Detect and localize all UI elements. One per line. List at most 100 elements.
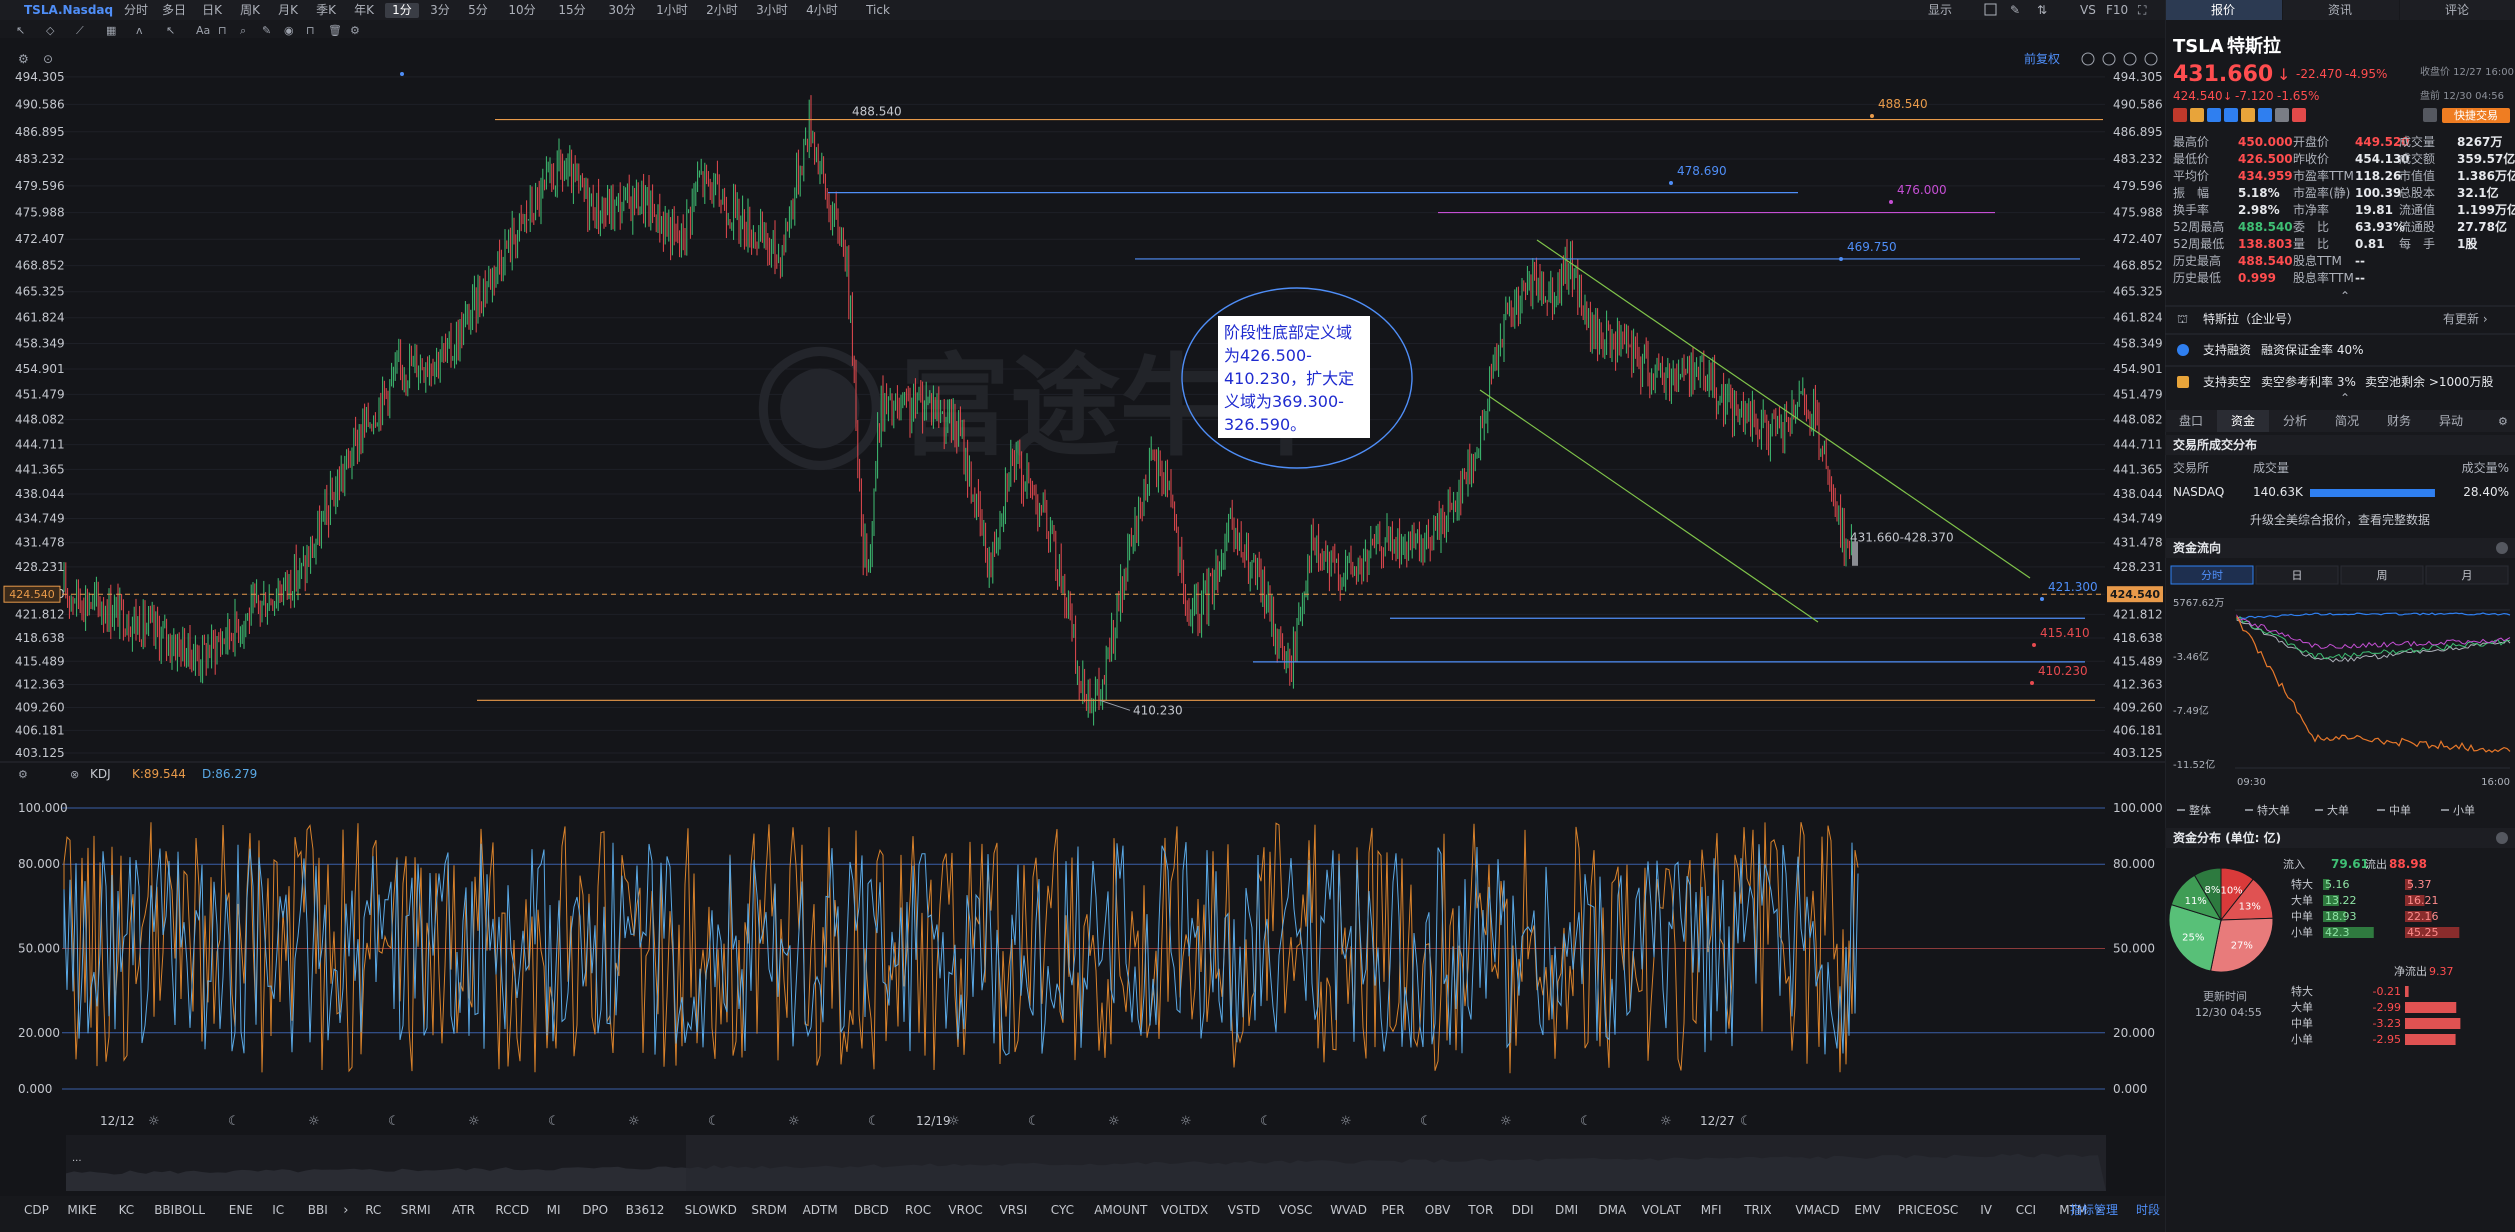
help-icon[interactable]: [2496, 832, 2508, 844]
indicator-tab[interactable]: VSTD: [1228, 1203, 1260, 1217]
timeframe-tab[interactable]: 多日: [162, 3, 186, 17]
eye-icon[interactable]: ◉: [284, 24, 294, 37]
indicator-tab[interactable]: DPO: [582, 1203, 608, 1217]
indicator-tab[interactable]: VOLTDX: [1161, 1203, 1208, 1217]
timeframe-tab[interactable]: 2小时: [706, 3, 738, 17]
indicator-tab[interactable]: OBV: [1425, 1203, 1451, 1217]
subtab[interactable]: 盘口: [2179, 413, 2203, 428]
feature-badge-icon[interactable]: [2275, 108, 2289, 122]
indicator-scroll-icon[interactable]: ›: [343, 1203, 348, 1218]
cursor-icon[interactable]: ↖: [16, 24, 25, 37]
feature-badge-icon[interactable]: [2173, 108, 2187, 122]
sidebar-tab[interactable]: 资讯: [2328, 3, 2352, 17]
indicator-tab[interactable]: VMACD: [1795, 1203, 1839, 1217]
flow-tab[interactable]: 月: [2462, 569, 2473, 582]
pattern-icon[interactable]: ʌ: [136, 24, 143, 37]
indicator-tab[interactable]: BBIBOLL: [154, 1203, 205, 1217]
lock-icon[interactable]: ⊓: [306, 24, 315, 37]
flow-tab[interactable]: 分时: [2201, 569, 2223, 582]
subtab[interactable]: 分析: [2283, 414, 2307, 428]
indicator-tab[interactable]: TRIX: [1743, 1203, 1771, 1217]
search-icon[interactable]: ⌕: [240, 24, 246, 37]
indicator-tab[interactable]: VOSC: [1279, 1203, 1312, 1217]
indicator-tab[interactable]: ROC: [905, 1203, 931, 1217]
indicator-tab[interactable]: SRDM: [751, 1203, 787, 1217]
flow-tab[interactable]: 日: [2292, 569, 2303, 582]
indicator-tab[interactable]: ATR: [452, 1203, 475, 1217]
indicator-tab[interactable]: DMI: [1555, 1203, 1578, 1217]
indicator-tab[interactable]: SRMI: [401, 1203, 431, 1217]
fullscreen-icon[interactable]: ⛶: [2137, 3, 2147, 17]
indicator-tab[interactable]: MI: [547, 1203, 561, 1217]
collapse-icon[interactable]: ⌃: [2340, 391, 2350, 405]
feature-badge-icon[interactable]: [2190, 108, 2204, 122]
indicator-tab[interactable]: SLOWKD: [685, 1203, 737, 1217]
indicator-tab[interactable]: AMOUNT: [1094, 1203, 1148, 1217]
indicator-tab[interactable]: VOLAT: [1642, 1203, 1682, 1217]
indicator-tab[interactable]: RCCD: [495, 1203, 529, 1217]
help-icon[interactable]: [2496, 542, 2508, 554]
company-update-link[interactable]: 有更新 ›: [2443, 311, 2488, 326]
indicator-tab[interactable]: DMA: [1598, 1203, 1627, 1217]
time-period-link[interactable]: 时段: [2136, 1202, 2160, 1217]
symbol-label[interactable]: TSLA.Nasdaq: [24, 3, 113, 17]
indicator-tab[interactable]: IV: [1980, 1203, 1993, 1217]
feature-badge-icon[interactable]: [2292, 108, 2306, 122]
draw-icon[interactable]: ✎: [2010, 3, 2020, 17]
indicator-tab[interactable]: MIKE: [67, 1203, 96, 1217]
company-row-label[interactable]: 特斯拉（企业号）: [2203, 311, 2299, 326]
feature-badge-icon[interactable]: [2224, 108, 2238, 122]
indicator-tab[interactable]: WVAD: [1330, 1203, 1367, 1217]
indicator-tab[interactable]: MFI: [1701, 1203, 1722, 1217]
timeframe-tab[interactable]: 日K: [202, 3, 223, 17]
chart-settings-icon[interactable]: ⚙: [18, 52, 29, 66]
subtab[interactable]: 简况: [2335, 414, 2359, 428]
display-menu[interactable]: 显示: [1928, 3, 1952, 17]
indicator-tab[interactable]: PRICEOSC: [1898, 1203, 1959, 1217]
indicator-tab[interactable]: CDP: [24, 1203, 49, 1217]
indicator-tab[interactable]: CYC: [1051, 1203, 1074, 1217]
compare-icon[interactable]: ⇅: [2037, 3, 2047, 17]
chart-option-icon[interactable]: ⊙: [43, 52, 53, 66]
indicator-tab[interactable]: IC: [272, 1203, 284, 1217]
indicator-tab[interactable]: EMV: [1854, 1203, 1881, 1217]
vs-button[interactable]: VS: [2080, 3, 2096, 17]
navigator-window[interactable]: [686, 1135, 2106, 1191]
indicator-tab[interactable]: B3612: [626, 1203, 665, 1217]
indicator-tab[interactable]: VROC: [948, 1203, 982, 1217]
timeframe-tab[interactable]: Tick: [865, 3, 890, 17]
timeframe-tab[interactable]: 5分: [468, 3, 488, 17]
indicator-tab[interactable]: PER: [1381, 1203, 1404, 1217]
timeframe-tab[interactable]: 季K: [316, 3, 337, 17]
upgrade-link[interactable]: 升级全美综合报价，查看完整数据: [2250, 512, 2430, 527]
indicator-tab[interactable]: ENE: [229, 1203, 253, 1217]
f10-button[interactable]: F10: [2106, 3, 2128, 17]
feature-badge-icon[interactable]: [2207, 108, 2221, 122]
indicator-tab[interactable]: BBI: [308, 1203, 328, 1217]
feature-badge-icon[interactable]: [2258, 108, 2272, 122]
kdj-name[interactable]: KDJ: [90, 767, 111, 781]
sidebar-tab[interactable]: 评论: [2445, 3, 2469, 17]
timeframe-tab[interactable]: 3小时: [756, 3, 788, 17]
magnet-icon[interactable]: ⊓: [218, 24, 227, 37]
settings-icon[interactable]: ⚙: [350, 24, 360, 37]
collapse-icon[interactable]: ⌃: [2340, 289, 2350, 303]
fib-icon[interactable]: ▦: [106, 24, 116, 37]
timeframe-tab[interactable]: 1小时: [656, 3, 688, 17]
timeframe-tab[interactable]: 年K: [354, 3, 375, 17]
indicator-tab[interactable]: RC: [365, 1203, 381, 1217]
arrow-icon[interactable]: ↖: [166, 24, 175, 37]
kdj-close-icon[interactable]: ⊗: [70, 768, 79, 781]
shape-icon[interactable]: ◇: [46, 24, 55, 37]
alert-icon[interactable]: [2423, 108, 2437, 122]
subtab[interactable]: 财务: [2387, 413, 2411, 428]
feature-badge-icon[interactable]: [2241, 108, 2255, 122]
indicator-tab[interactable]: CCI: [2016, 1203, 2036, 1217]
text-icon[interactable]: Aa: [196, 24, 210, 37]
navigator-handle-left[interactable]: ···: [72, 1156, 82, 1167]
flow-tab[interactable]: 周: [2377, 569, 2388, 582]
timeframe-tab[interactable]: 15分: [558, 3, 585, 17]
sidebar-tab[interactable]: 报价: [2211, 2, 2235, 17]
subtab[interactable]: 资金: [2231, 413, 2255, 428]
indicator-tab[interactable]: VRSI: [1000, 1203, 1028, 1217]
